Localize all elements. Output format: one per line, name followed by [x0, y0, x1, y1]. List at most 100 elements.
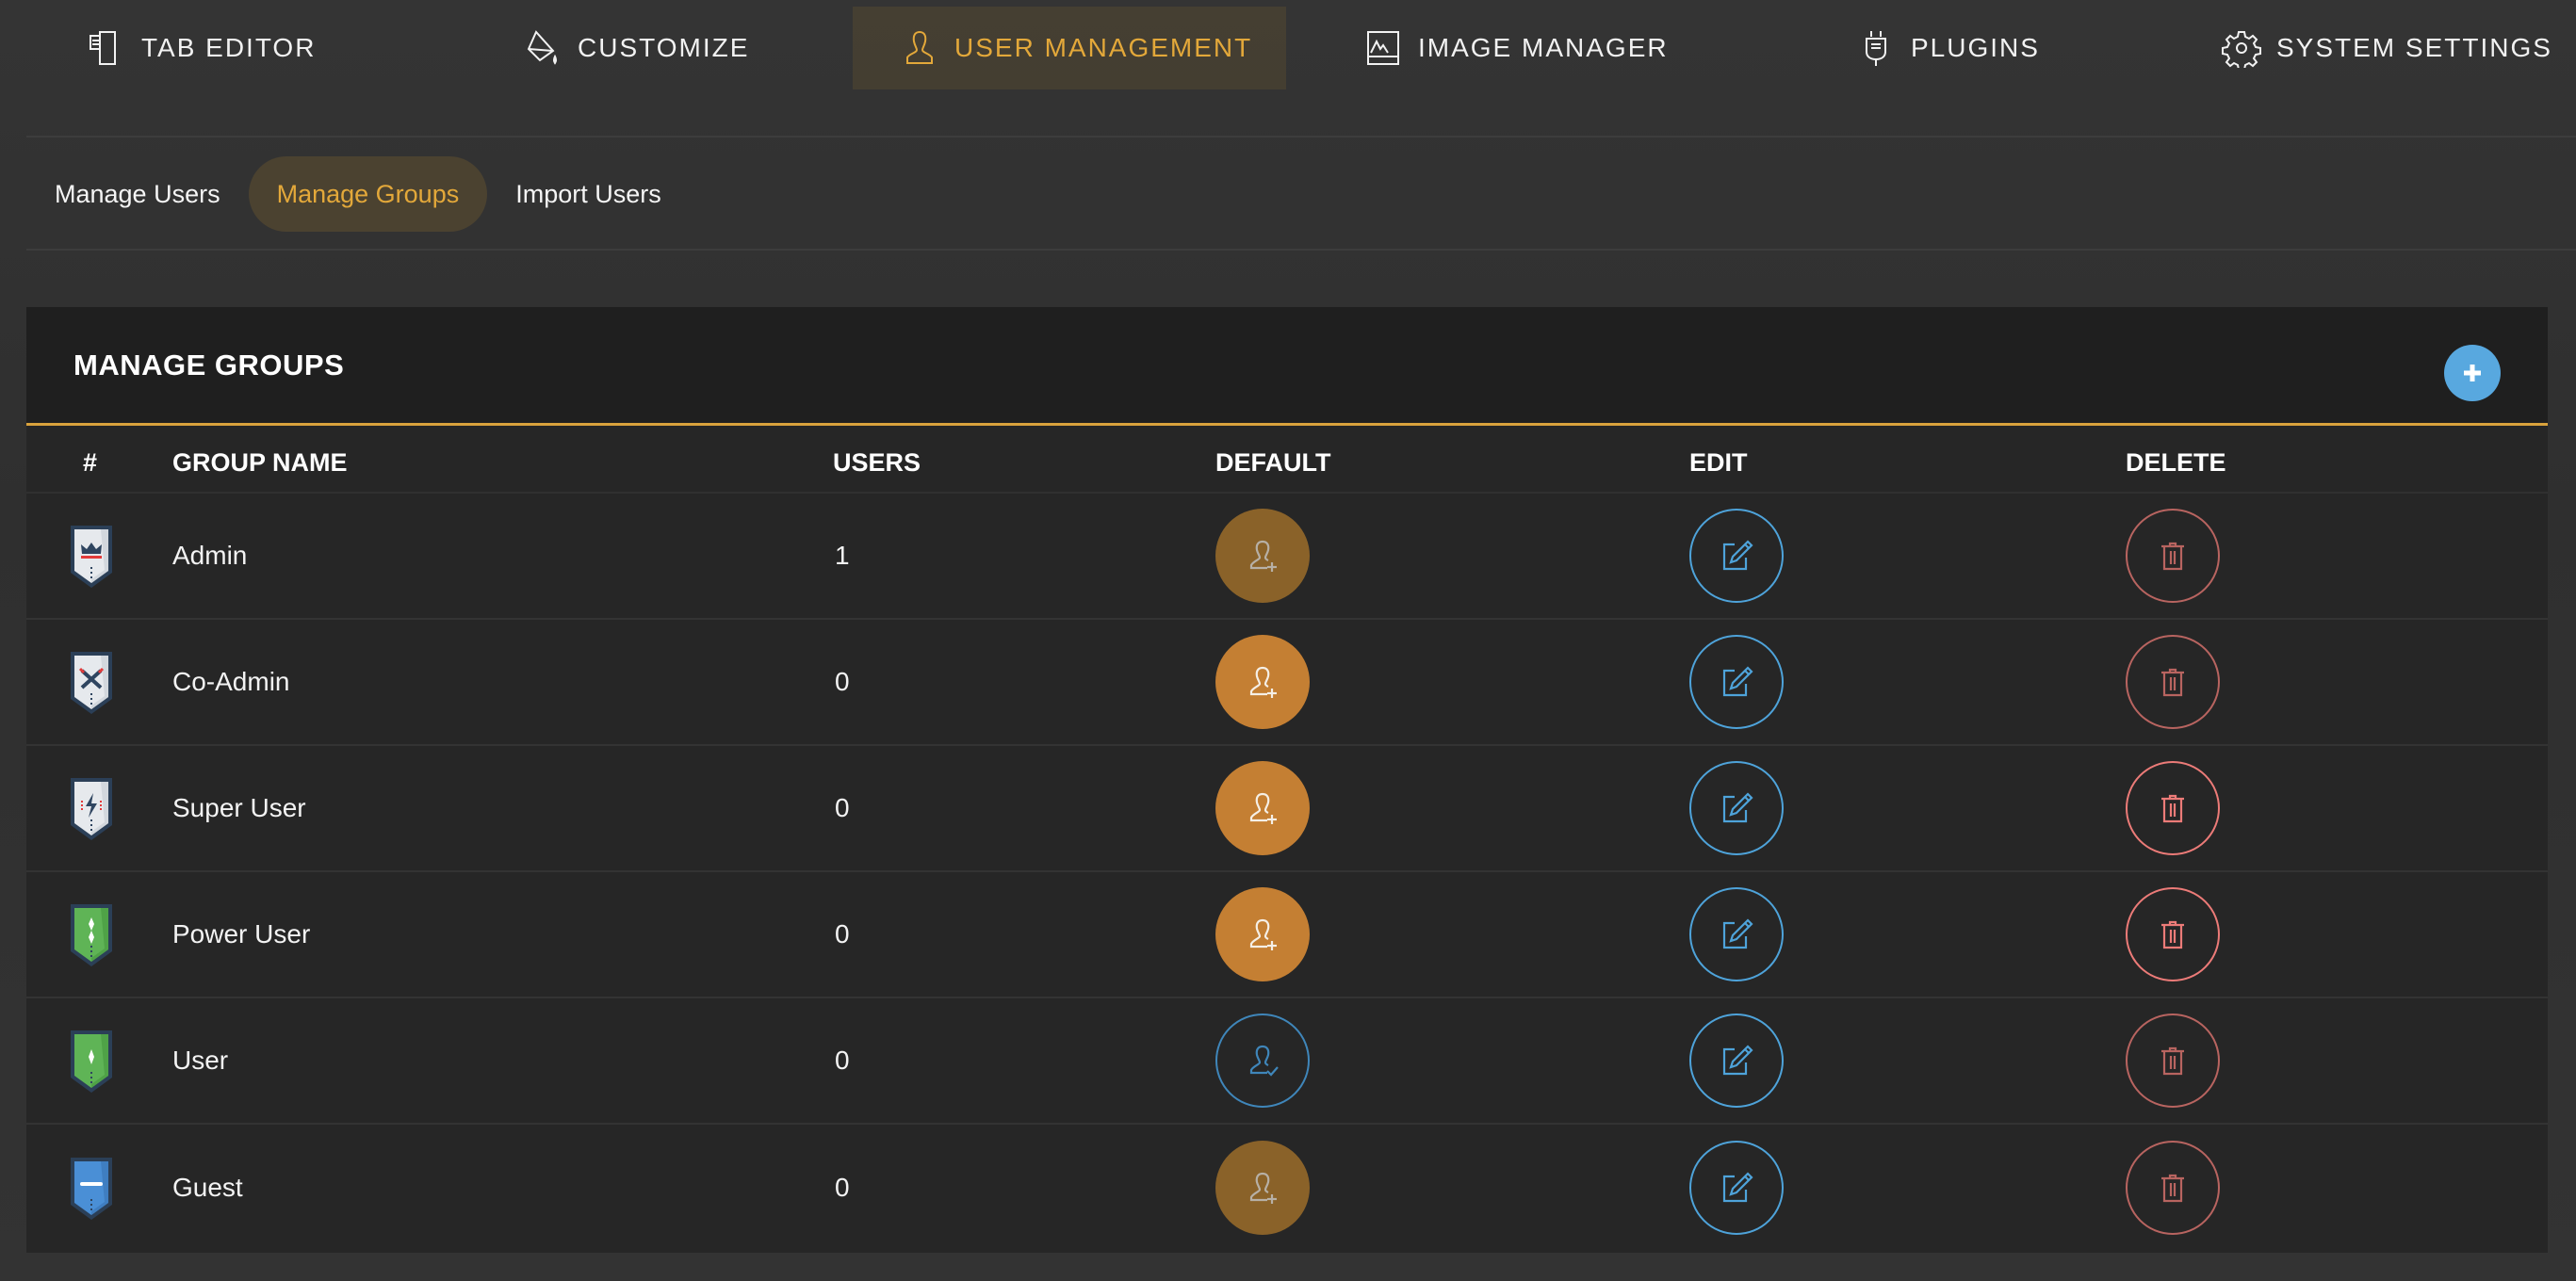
edit-icon	[1722, 666, 1753, 697]
sub-navigation: Manage Users Manage Groups Import Users	[26, 155, 690, 233]
tab-plugins[interactable]: PLUGINS	[1856, 7, 2040, 89]
group-badge	[67, 620, 116, 744]
table-row: Power User 0	[26, 872, 2548, 998]
edit-button[interactable]	[1689, 1141, 1784, 1235]
divider	[26, 249, 2576, 251]
paint-bucket-icon	[527, 30, 557, 65]
tab-label: IMAGE MANAGER	[1418, 33, 1669, 62]
group-badge	[67, 1125, 116, 1251]
default-button[interactable]	[1215, 509, 1310, 603]
user-count: 0	[835, 1046, 850, 1075]
column-header-number: #	[83, 448, 98, 477]
user-icon	[906, 30, 933, 64]
delete-button[interactable]	[2126, 887, 2220, 981]
tab-user-management[interactable]: USER MANAGEMENT	[853, 7, 1286, 89]
edit-button[interactable]	[1689, 761, 1784, 855]
edit-icon	[1722, 918, 1753, 949]
default-button[interactable]	[1215, 1013, 1310, 1108]
user-count: 1	[835, 541, 850, 570]
tab-label: SYSTEM SETTINGS	[2276, 33, 2552, 62]
table-body: Admin 1 Co-Admin 0 Super User 0 Power Us…	[26, 494, 2548, 1251]
group-badge	[67, 494, 116, 618]
user-plus-icon	[1249, 918, 1277, 950]
panel-header: MANAGE GROUPS	[26, 307, 2548, 426]
divider	[26, 136, 2576, 138]
group-badge	[67, 872, 116, 997]
edit-icon	[1722, 540, 1753, 571]
edit-button[interactable]	[1689, 635, 1784, 729]
user-check-icon	[1249, 1045, 1279, 1077]
panel-title: MANAGE GROUPS	[73, 349, 345, 381]
column-header-group-name: GROUP NAME	[172, 448, 348, 477]
add-group-button[interactable]	[2444, 345, 2501, 401]
default-button[interactable]	[1215, 887, 1310, 981]
group-name: Guest	[172, 1173, 243, 1202]
table-row: User 0	[26, 998, 2548, 1125]
table-header: # GROUP NAME USERS DEFAULT EDIT DELETE	[26, 426, 2548, 494]
column-header-edit: EDIT	[1689, 448, 1748, 477]
delete-button[interactable]	[2126, 761, 2220, 855]
trash-icon	[2161, 542, 2184, 571]
column-header-delete: DELETE	[2126, 448, 2226, 477]
table-row: Co-Admin 0	[26, 620, 2548, 746]
group-name: Co-Admin	[172, 667, 290, 696]
user-plus-icon	[1249, 666, 1277, 698]
top-navigation: TAB EDITOR CUSTOMIZE USER MANAGEMENT IMA…	[0, 0, 2576, 94]
trash-icon	[2161, 668, 2184, 697]
column-header-users: USERS	[833, 448, 921, 477]
edit-icon	[1722, 792, 1753, 823]
tab-system-settings[interactable]: SYSTEM SETTINGS	[2222, 7, 2552, 89]
subtab-manage-users[interactable]: Manage Users	[26, 156, 249, 232]
default-button[interactable]	[1215, 761, 1310, 855]
trash-icon	[2161, 1174, 2184, 1203]
edit-button[interactable]	[1689, 509, 1784, 603]
tab-label: TAB EDITOR	[141, 33, 317, 62]
tab-editor-icon	[90, 31, 116, 65]
subtab-manage-groups[interactable]: Manage Groups	[248, 156, 488, 232]
manage-groups-panel: MANAGE GROUPS # GROUP NAME USERS DEFAULT…	[26, 307, 2548, 1253]
group-name: Super User	[172, 793, 306, 822]
minus-badge-icon	[71, 1158, 112, 1220]
tab-label: PLUGINS	[1911, 33, 2040, 62]
crown-badge-icon	[71, 526, 112, 588]
user-count: 0	[835, 1173, 850, 1202]
group-badge	[67, 746, 116, 870]
tab-tab-editor[interactable]: TAB EDITOR	[87, 7, 316, 89]
plug-icon	[1866, 31, 1886, 66]
trash-icon	[2161, 794, 2184, 823]
trash-icon	[2161, 920, 2184, 949]
table-row: Guest 0	[26, 1125, 2548, 1251]
delete-button[interactable]	[2126, 1013, 2220, 1108]
gem-badge-icon	[71, 1030, 112, 1093]
group-badge	[67, 998, 116, 1123]
tab-image-manager[interactable]: IMAGE MANAGER	[1363, 7, 1669, 89]
group-name: Power User	[172, 919, 311, 949]
table-row: Super User 0	[26, 746, 2548, 872]
double-gem-badge-icon	[71, 904, 112, 966]
delete-button[interactable]	[2126, 635, 2220, 729]
table-row: Admin 1	[26, 494, 2548, 620]
trash-icon	[2161, 1046, 2184, 1076]
gear-icon	[2222, 31, 2261, 68]
tab-label: CUSTOMIZE	[578, 33, 750, 62]
edit-button[interactable]	[1689, 1013, 1784, 1108]
delete-button[interactable]	[2126, 509, 2220, 603]
delete-button[interactable]	[2126, 1141, 2220, 1235]
user-count: 0	[835, 793, 850, 822]
image-icon	[1367, 31, 1399, 65]
group-name: Admin	[172, 541, 248, 570]
default-button[interactable]	[1215, 635, 1310, 729]
user-plus-icon	[1249, 1172, 1277, 1204]
group-name: User	[172, 1046, 229, 1075]
tab-customize[interactable]: CUSTOMIZE	[523, 7, 749, 89]
user-plus-icon	[1249, 792, 1277, 824]
default-button[interactable]	[1215, 1141, 1310, 1235]
edit-button[interactable]	[1689, 887, 1784, 981]
tab-label: USER MANAGEMENT	[954, 33, 1253, 62]
lightning-badge-icon	[71, 778, 112, 840]
swords-badge-icon	[71, 652, 112, 714]
edit-icon	[1722, 1172, 1753, 1203]
column-header-default: DEFAULT	[1215, 448, 1331, 477]
user-count: 0	[835, 919, 850, 949]
subtab-import-users[interactable]: Import Users	[487, 156, 690, 232]
